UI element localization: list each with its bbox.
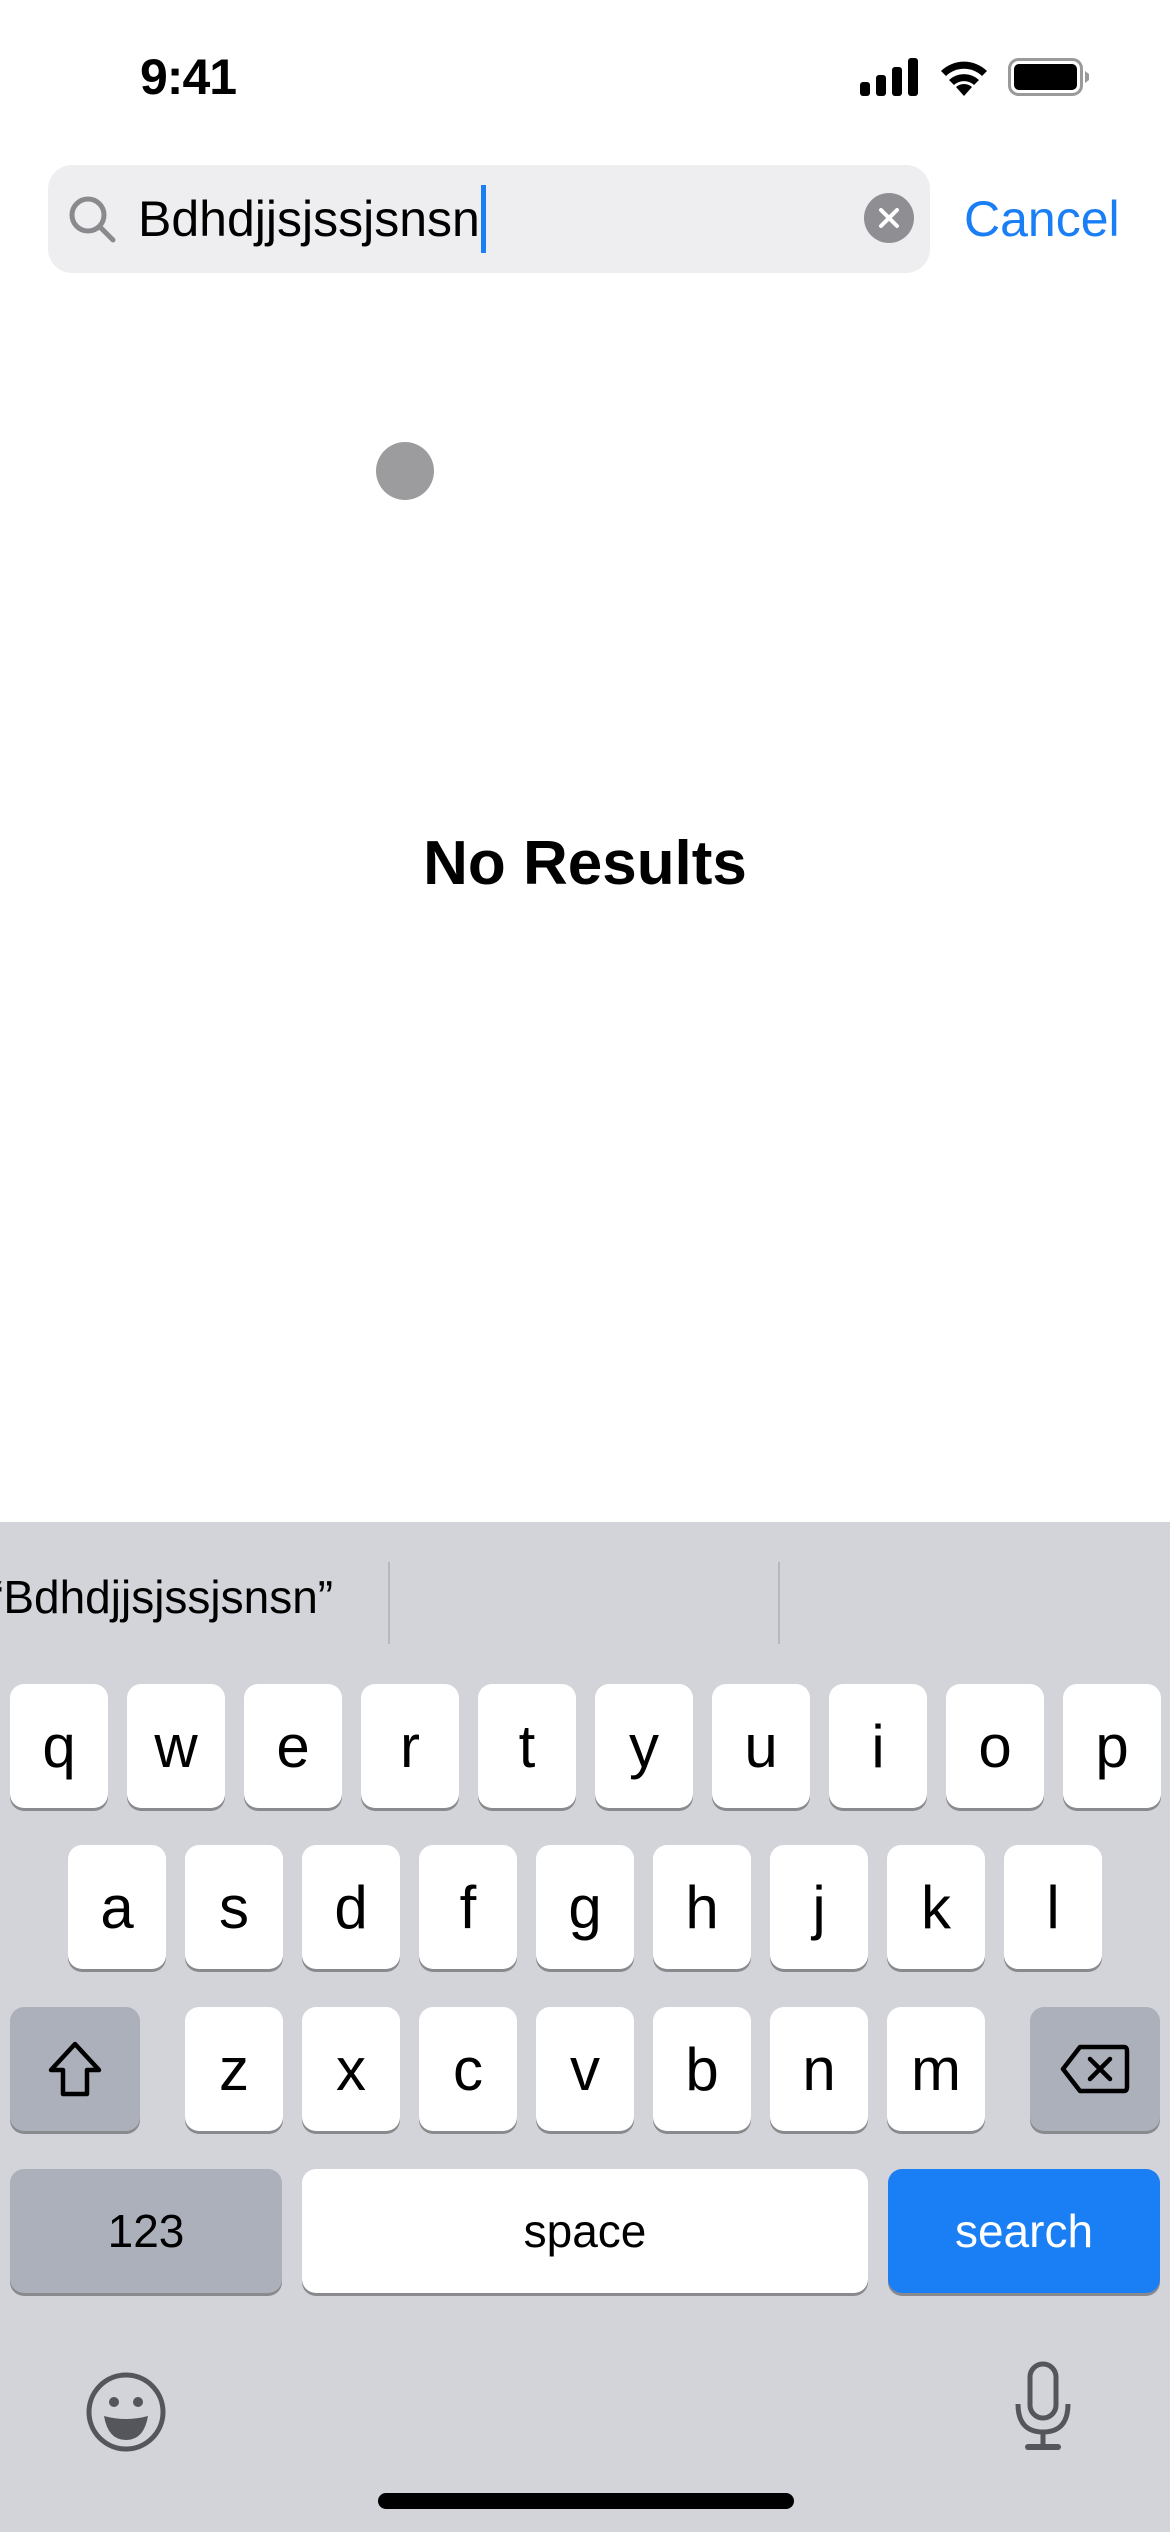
text-caret: [480, 184, 486, 253]
space-key[interactable]: space: [302, 2169, 868, 2293]
key-j[interactable]: j: [770, 1845, 868, 1969]
search-key[interactable]: search: [888, 2169, 1160, 2293]
key-e[interactable]: e: [244, 1684, 342, 1808]
delete-key[interactable]: [1030, 2007, 1160, 2131]
key-f[interactable]: f: [419, 1845, 517, 1969]
key-u[interactable]: u: [712, 1684, 810, 1808]
clear-search-button[interactable]: [864, 193, 914, 243]
touch-indicator: [376, 442, 434, 500]
search-row: Bdhdjjsjssjsnsn Cancel: [48, 165, 1138, 273]
key-t[interactable]: t: [478, 1684, 576, 1808]
key-d[interactable]: d: [302, 1845, 400, 1969]
key-p[interactable]: p: [1063, 1684, 1161, 1808]
shift-arrow-icon: [48, 2041, 102, 2097]
shift-key[interactable]: [10, 2007, 140, 2131]
microphone-icon[interactable]: [1008, 2360, 1078, 2452]
home-indicator[interactable]: [378, 2493, 794, 2509]
numbers-key[interactable]: 123: [10, 2169, 282, 2293]
search-query-text: Bdhdjjsjssjsnsn: [138, 191, 480, 247]
no-results-label: No Results: [423, 829, 747, 898]
key-k[interactable]: k: [887, 1845, 985, 1969]
key-a[interactable]: a: [68, 1845, 166, 1969]
key-w[interactable]: w: [127, 1684, 225, 1808]
cellular-signal-icon: [860, 58, 918, 96]
key-i[interactable]: i: [829, 1684, 927, 1808]
status-time: 9:41: [140, 49, 237, 105]
wifi-icon: [941, 61, 987, 96]
magnifying-glass-icon: [69, 196, 116, 243]
key-x[interactable]: x: [302, 2007, 400, 2131]
key-h[interactable]: h: [653, 1845, 751, 1969]
key-g[interactable]: g: [536, 1845, 634, 1969]
key-q[interactable]: q: [10, 1684, 108, 1808]
predictive-bar: “Bdhdjjsjssjsnsn”: [0, 1522, 1170, 1672]
key-b[interactable]: b: [653, 2007, 751, 2131]
keyboard: “Bdhdjjsjssjsnsn” qwertyuiop asdfghjkl z…: [0, 1522, 1170, 2532]
predictive-suggestion[interactable]: “Bdhdjjsjssjsnsn”: [0, 1562, 333, 1632]
key-o[interactable]: o: [946, 1684, 1044, 1808]
predictive-suggestion[interactable]: [780, 1562, 1170, 1632]
clear-x-icon: [879, 208, 899, 228]
search-input-value: Bdhdjjsjssjsnsn: [138, 184, 486, 257]
backspace-icon: [1060, 2044, 1130, 2094]
key-z[interactable]: z: [185, 2007, 283, 2131]
battery-icon: [1008, 58, 1089, 96]
emoji-icon[interactable]: [84, 2370, 168, 2454]
key-c[interactable]: c: [419, 2007, 517, 2131]
key-v[interactable]: v: [536, 2007, 634, 2131]
status-icons: [860, 58, 1090, 96]
predictive-suggestion[interactable]: [390, 1562, 778, 1632]
key-l[interactable]: l: [1004, 1845, 1102, 1969]
key-m[interactable]: m: [887, 2007, 985, 2131]
key-s[interactable]: s: [185, 1845, 283, 1969]
search-input[interactable]: Bdhdjjsjssjsnsn: [48, 165, 930, 273]
key-r[interactable]: r: [361, 1684, 459, 1808]
key-y[interactable]: y: [595, 1684, 693, 1808]
cancel-button[interactable]: Cancel: [964, 187, 1120, 251]
key-n[interactable]: n: [770, 2007, 868, 2131]
status-bar: 9:41: [0, 0, 1170, 150]
